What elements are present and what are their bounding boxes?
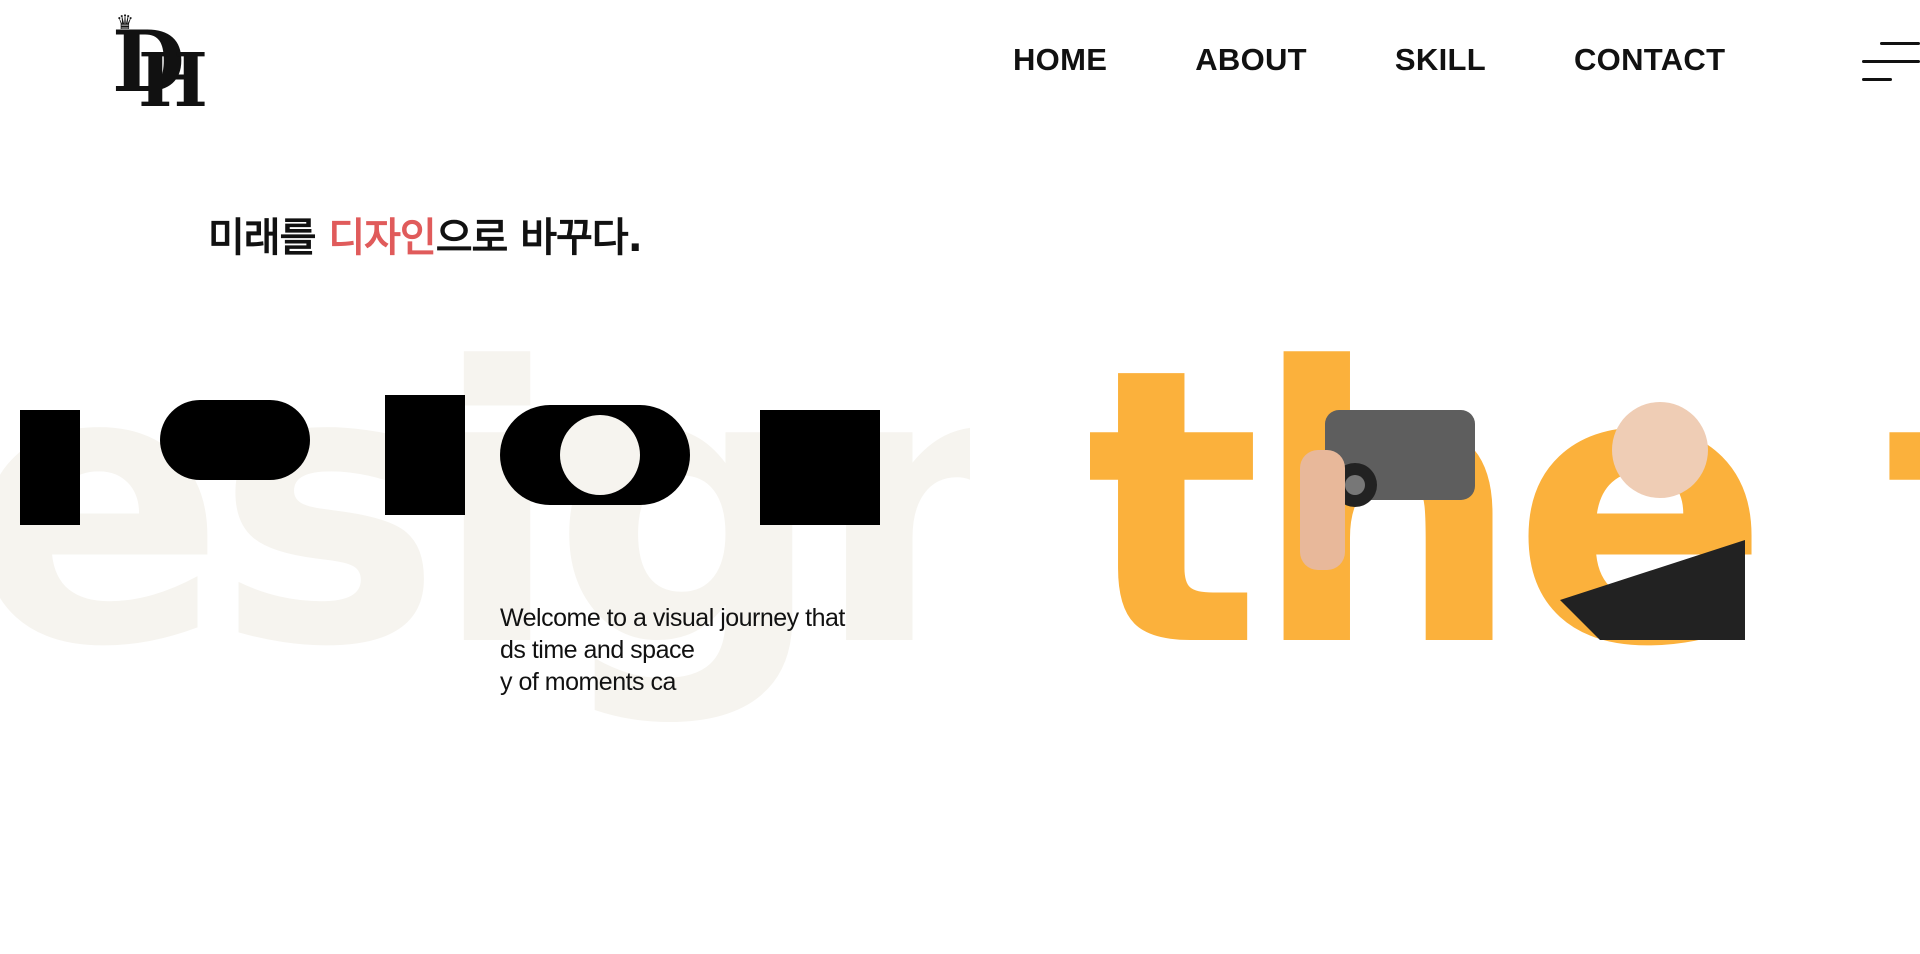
intro-line-2: ds time and space bbox=[500, 636, 695, 664]
nav-contact[interactable]: CONTACT bbox=[1574, 42, 1725, 78]
nav-home[interactable]: HOME bbox=[1013, 42, 1107, 78]
menu-bar-middle bbox=[1862, 60, 1920, 63]
nav-about[interactable]: ABOUT bbox=[1195, 42, 1307, 78]
tagline-suffix: 으로 바꾸다. bbox=[435, 215, 643, 261]
menu-bar-top bbox=[1880, 42, 1920, 45]
logo-letter-h: H bbox=[138, 38, 208, 124]
tagline-prefix: 미래를 bbox=[208, 215, 329, 261]
hero-headline-graphic: esign the f the f bbox=[0, 300, 1920, 730]
hero-intro: Welcome to a visual journey that ds time… bbox=[500, 602, 960, 698]
site-logo[interactable]: ♛ D H bbox=[112, 12, 216, 124]
main-nav: HOME ABOUT SKILL CONTACT bbox=[1013, 42, 1725, 78]
intro-line-3: y of moments ca bbox=[500, 668, 676, 696]
menu-bar-bottom bbox=[1862, 78, 1892, 81]
tagline-accent: 디자인 bbox=[328, 215, 436, 261]
headline-the-text: the f bbox=[1080, 300, 1920, 730]
site-header: ♛ D H HOME ABOUT SKILL CONTACT bbox=[0, 0, 1920, 130]
intro-line-1: Welcome to a visual journey that bbox=[500, 604, 845, 632]
hero-headline: esign the f the f bbox=[0, 300, 1920, 760]
nav-skill[interactable]: SKILL bbox=[1395, 42, 1486, 78]
hero-tagline: 미래를 디자인으로 바꾸다. bbox=[208, 205, 643, 263]
hamburger-icon[interactable] bbox=[1858, 40, 1920, 84]
